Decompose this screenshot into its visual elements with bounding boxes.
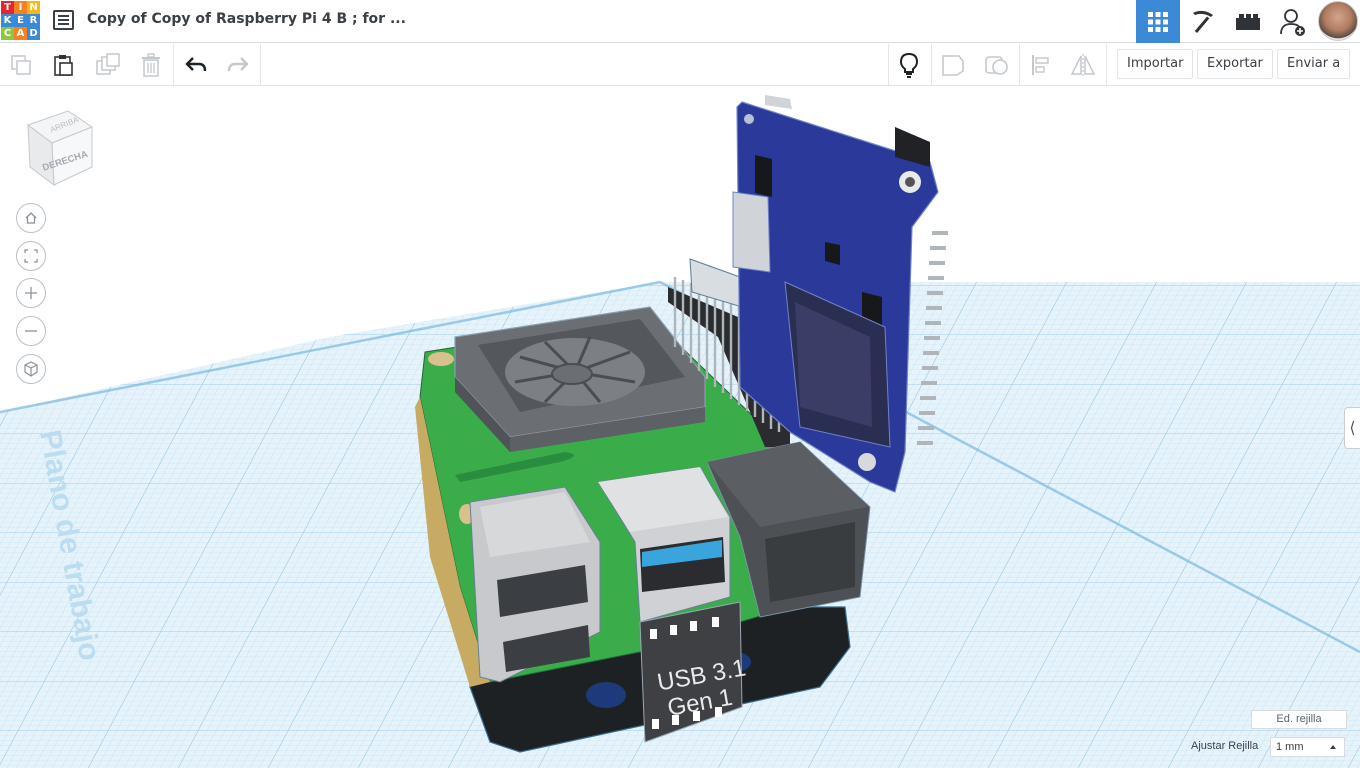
paste-icon[interactable] — [50, 53, 76, 77]
logo-letter: C — [1, 27, 14, 40]
delete-icon[interactable] — [138, 53, 164, 77]
tinkercad-logo[interactable]: TINKERCAD — [1, 1, 41, 41]
logo-letter: R — [27, 14, 40, 27]
3d-scene[interactable]: Plano de trabajo USB 3.1 Gen 1 — [0, 87, 1360, 768]
grid-view-icon[interactable] — [1136, 0, 1180, 43]
snap-grid-select[interactable]: 1 mm — [1270, 737, 1345, 757]
chevron-left-icon: ⟨ — [1349, 420, 1356, 437]
document-title[interactable]: Copy of Copy of Raspberry Pi 4 B ; for .… — [87, 11, 406, 27]
logo-letter: I — [14, 1, 27, 14]
pickaxe-icon[interactable] — [1181, 0, 1225, 43]
toolbar-separator — [260, 44, 261, 86]
view-cube[interactable]: ARRIBA DERECHA — [24, 109, 96, 187]
shape-icon[interactable] — [984, 53, 1010, 77]
logo-letter: D — [27, 27, 40, 40]
add-user-icon[interactable] — [1271, 0, 1315, 43]
toolbar-separator — [888, 44, 889, 86]
align-icon[interactable] — [1028, 53, 1054, 77]
toolbar-separator — [931, 44, 932, 86]
toolbar-separator — [1106, 44, 1107, 86]
perspective-icon[interactable] — [16, 354, 46, 384]
redo-icon[interactable] — [225, 53, 251, 77]
export-button[interactable]: Exportar — [1197, 49, 1273, 79]
avatar[interactable] — [1318, 1, 1358, 41]
logo-letter: A — [14, 27, 27, 40]
logo-letter: E — [14, 14, 27, 27]
caret-up-icon — [1330, 745, 1336, 749]
snap-grid-label: Ajustar Rejilla — [1191, 740, 1259, 752]
edit-toolbar: Importar Exportar Enviar a — [0, 44, 1360, 86]
bricks-icon[interactable] — [1226, 0, 1270, 43]
zoom-out-icon[interactable] — [16, 316, 46, 346]
import-button[interactable]: Importar — [1117, 49, 1194, 79]
undo-icon[interactable] — [183, 53, 209, 77]
mirror-icon[interactable] — [1070, 53, 1096, 77]
zoom-in-icon[interactable] — [16, 278, 46, 308]
workplane-viewport[interactable]: Plano de trabajo USB 3.1 Gen 1 ARRIBA DE… — [0, 87, 1360, 768]
duplicate-icon[interactable] — [95, 53, 121, 77]
collapse-panel-handle[interactable]: ⟨ — [1344, 407, 1360, 449]
fit-view-icon[interactable] — [16, 241, 46, 271]
send-to-button[interactable]: Enviar a — [1277, 49, 1351, 79]
menu-list-icon[interactable] — [53, 10, 74, 30]
toolbar-separator — [173, 44, 174, 86]
note-icon[interactable] — [940, 53, 966, 77]
copy-icon[interactable] — [8, 53, 34, 77]
toolbar-separator — [1019, 44, 1020, 86]
snap-grid-value: 1 mm — [1276, 741, 1304, 753]
lightbulb-icon[interactable] — [896, 52, 922, 78]
logo-letter: K — [1, 14, 14, 27]
top-bar: TINKERCAD Copy of Copy of Raspberry Pi 4… — [0, 0, 1360, 43]
logo-letter: T — [1, 1, 14, 14]
home-icon[interactable] — [16, 203, 46, 233]
logo-letter: N — [27, 1, 40, 14]
edit-grid-button[interactable]: Ed. rejilla — [1251, 710, 1347, 729]
usb-port-pair[interactable] — [469, 486, 601, 683]
